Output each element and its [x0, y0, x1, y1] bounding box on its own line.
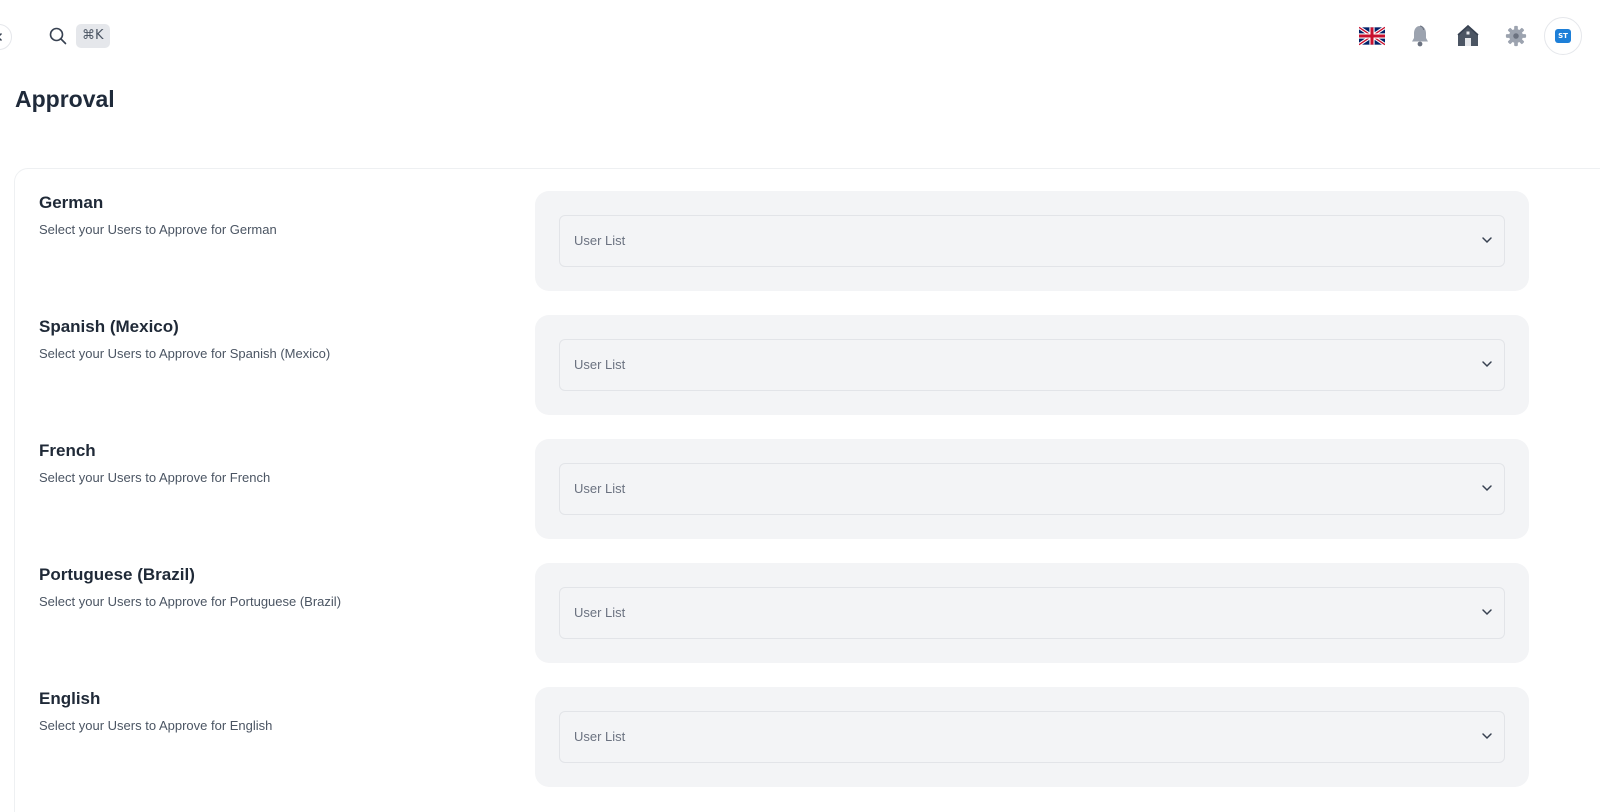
- user-list-select[interactable]: User List: [559, 339, 1505, 391]
- row-label: French Select your Users to Approve for …: [39, 441, 270, 485]
- user-list-select[interactable]: User List: [559, 587, 1505, 639]
- select-panel: User List: [535, 687, 1529, 787]
- language-description: Select your Users to Approve for English: [39, 718, 273, 733]
- language-description: Select your Users to Approve for Spanish…: [39, 346, 331, 361]
- home-button[interactable]: [1444, 16, 1492, 56]
- chevron-down-icon: [1482, 237, 1492, 244]
- select-panel: User List: [535, 191, 1529, 291]
- language-row-spanish-mexico: Spanish (Mexico) Select your Users to Ap…: [15, 315, 1600, 415]
- top-actions: ST: [1348, 16, 1582, 56]
- language-title: French: [39, 441, 96, 460]
- language-title: German: [39, 193, 104, 212]
- language-row-english: English Select your Users to Approve for…: [15, 687, 1600, 787]
- chevron-down-icon: [1482, 361, 1492, 368]
- search-icon[interactable]: [48, 26, 68, 46]
- row-label: Spanish (Mexico) Select your Users to Ap…: [39, 317, 330, 361]
- row-label: German Select your Users to Approve for …: [39, 193, 277, 237]
- language-title: Portuguese (Brazil): [39, 565, 195, 584]
- user-list-select[interactable]: User List: [559, 215, 1505, 267]
- language-row-french: French Select your Users to Approve for …: [15, 439, 1600, 539]
- select-panel: User List: [535, 315, 1529, 415]
- gear-icon: [1505, 25, 1527, 47]
- language-description: Select your Users to Approve for German: [39, 222, 277, 237]
- language-switcher-button[interactable]: [1348, 16, 1396, 56]
- language-title: English: [39, 689, 101, 708]
- language-description: Select your Users to Approve for French: [39, 470, 271, 485]
- row-label: English Select your Users to Approve for…: [39, 689, 272, 733]
- user-list-select[interactable]: User List: [559, 463, 1505, 515]
- uk-flag-icon: [1359, 26, 1385, 46]
- select-panel: User List: [535, 439, 1529, 539]
- select-panel: User List: [535, 563, 1529, 663]
- user-avatar-button[interactable]: ST: [1544, 17, 1582, 55]
- select-placeholder: User List: [574, 481, 626, 496]
- row-label: Portuguese (Brazil) Select your Users to…: [39, 565, 341, 609]
- top-bar: ⌘K ST: [0, 0, 1600, 72]
- notifications-button[interactable]: [1396, 16, 1444, 56]
- select-placeholder: User List: [574, 357, 626, 372]
- avatar: ST: [1555, 29, 1571, 43]
- chevron-down-icon: [1482, 733, 1492, 740]
- language-row-portuguese-brazil: Portuguese (Brazil) Select your Users to…: [15, 563, 1600, 663]
- select-placeholder: User List: [574, 233, 626, 248]
- chevron-down-icon: [1482, 485, 1492, 492]
- language-description: Select your Users to Approve for Portugu…: [39, 594, 342, 609]
- language-row-german: German Select your Users to Approve for …: [15, 191, 1600, 291]
- chevron-down-icon: [1482, 609, 1492, 616]
- approval-card: German Select your Users to Approve for …: [14, 168, 1600, 812]
- bell-icon: [1412, 25, 1428, 47]
- search-shortcut-badge: ⌘K: [76, 24, 110, 48]
- select-placeholder: User List: [574, 729, 626, 744]
- language-title: Spanish (Mexico): [39, 317, 179, 336]
- settings-button[interactable]: [1492, 16, 1540, 56]
- house-icon: [1457, 24, 1479, 46]
- user-list-select[interactable]: User List: [559, 711, 1505, 763]
- select-placeholder: User List: [574, 605, 626, 620]
- page-title: Approval: [15, 86, 115, 112]
